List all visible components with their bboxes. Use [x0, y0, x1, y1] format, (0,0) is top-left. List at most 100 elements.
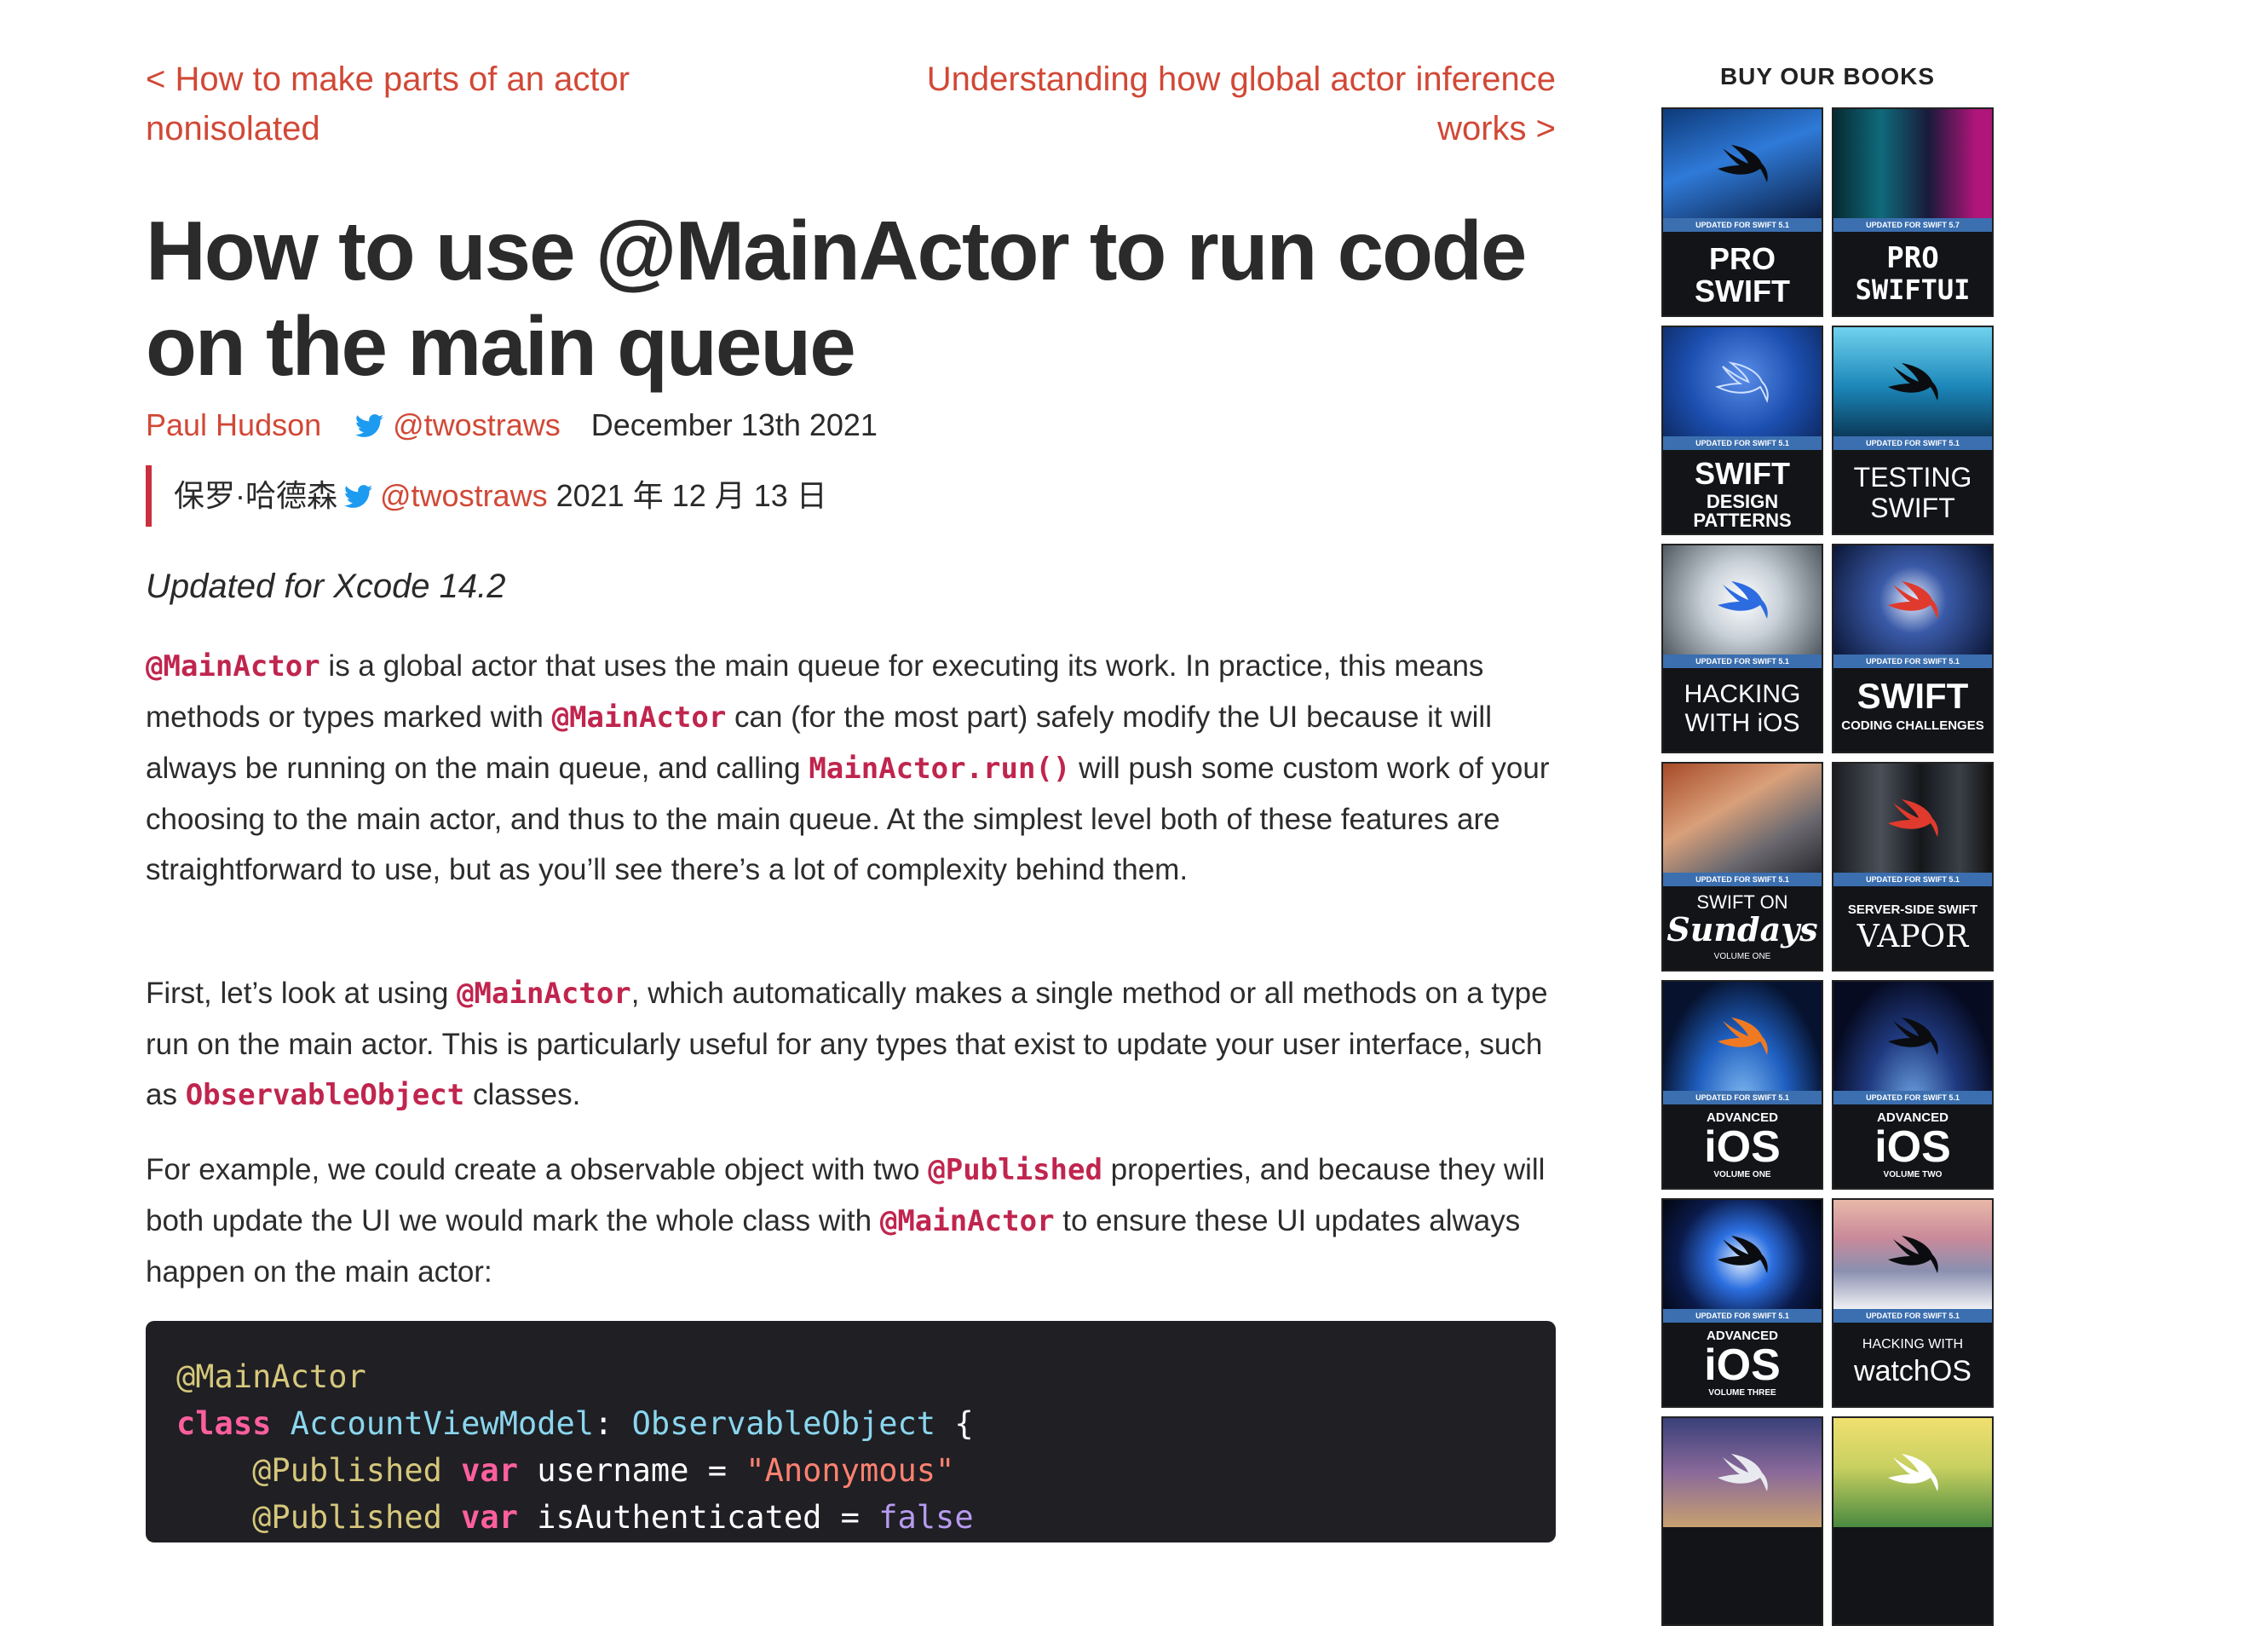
- book-title-line: HACKING: [1684, 680, 1801, 708]
- book-band: UPDATED FOR SWIFT 5.1: [1833, 1091, 1992, 1104]
- book-partial-cover[interactable]: [1832, 1416, 1994, 1626]
- swift-bird-icon: [1718, 1454, 1768, 1491]
- code-attribute: @MainActor: [176, 1358, 366, 1395]
- inline-code: MainActor.run(): [809, 752, 1071, 786]
- book-band: UPDATED FOR SWIFT 5.1: [1833, 1309, 1992, 1323]
- book-band: UPDATED FOR SWIFT 5.1: [1663, 873, 1822, 886]
- book-title-line: SWIFT: [1695, 456, 1790, 491]
- byline: Paul Hudson @twostraws December 13th 2021: [146, 404, 878, 447]
- book-title-line: VOLUME TWO: [1883, 1170, 1943, 1179]
- book-band: UPDATED FOR SWIFT 5.1: [1663, 1091, 1822, 1104]
- swift-bird-icon: [1718, 581, 1768, 619]
- book-title-line: watchOS: [1854, 1355, 1972, 1387]
- inline-code: @MainActor: [879, 1204, 1055, 1238]
- book-title-line: SWIFT: [1695, 274, 1790, 308]
- twitter-icon: [355, 414, 384, 437]
- code-punct: {: [935, 1405, 974, 1442]
- book-pro-swiftui[interactable]: UPDATED FOR SWIFT 5.7 PRO SWIFTUI: [1832, 107, 1994, 317]
- swift-bird-icon: [1888, 799, 1938, 837]
- previous-article-link[interactable]: < How to make parts of an actor nonisola…: [146, 55, 699, 153]
- book-title-line: SERVER-SIDE SWIFT: [1847, 902, 1978, 917]
- inline-code: @MainActor: [457, 977, 631, 1011]
- book-title-line: iOS: [1874, 1122, 1951, 1172]
- swift-bird-icon: [1888, 581, 1938, 619]
- code-identifier: isAuthenticated =: [517, 1499, 879, 1536]
- code-line: @MainActor: [176, 1353, 1556, 1400]
- cover-art: [1833, 109, 1992, 218]
- book-title-line: iOS: [1704, 1122, 1781, 1172]
- book-title-line: DESIGN PATTERNS: [1693, 491, 1792, 531]
- code-block[interactable]: @MainActor class AccountViewModel: Obser…: [146, 1321, 1556, 1542]
- twitter-handle-link[interactable]: @twostraws: [393, 407, 561, 442]
- book-title-line: VAPOR: [1856, 920, 1969, 954]
- swift-bird-icon: [1715, 361, 1769, 403]
- inline-code: ObservableObject: [185, 1078, 465, 1112]
- book-title-line: SWIFT: [1870, 493, 1955, 523]
- book-testing-swift[interactable]: UPDATED FOR SWIFT 5.1 TESTING SWIFT: [1832, 326, 1994, 535]
- book-hacking-with-watchos[interactable]: UPDATED FOR SWIFT 5.1 HACKING WITH watch…: [1832, 1198, 1994, 1408]
- book-advanced-ios-volume-one[interactable]: UPDATED FOR SWIFT 5.1 ADVANCED iOS VOLUM…: [1661, 980, 1823, 1190]
- paragraph-text: For example, we could create a observabl…: [146, 1153, 929, 1186]
- swift-bird-icon: [1718, 1236, 1768, 1273]
- code-keyword: var: [461, 1452, 518, 1489]
- book-band: UPDATED FOR SWIFT 5.1: [1663, 654, 1822, 668]
- paragraph-3: For example, we could create a observabl…: [146, 1145, 1556, 1297]
- book-partial-cover[interactable]: [1661, 1416, 1823, 1626]
- book-hacking-with-ios[interactable]: UPDATED FOR SWIFT 5.1 HACKING WITH iOS: [1661, 544, 1823, 753]
- next-article-link[interactable]: Understanding how global actor inference…: [832, 55, 1556, 153]
- code-keyword: class: [176, 1405, 272, 1442]
- book-title-line: HACKING WITH: [1862, 1337, 1964, 1352]
- swift-bird-icon: [1888, 1018, 1938, 1055]
- translation-byline: 保罗·哈德森 @twostraws 2021 年 12 月 13 日: [146, 465, 827, 527]
- book-advanced-ios-volume-two[interactable]: UPDATED FOR SWIFT 5.1 ADVANCED iOS VOLUM…: [1832, 980, 1994, 1190]
- book-title-line: PRO: [1886, 241, 1939, 275]
- code-line: @Published var isAuthenticated = false: [176, 1494, 1556, 1541]
- swift-bird-icon: [1718, 1018, 1768, 1055]
- book-band: UPDATED FOR SWIFT 5.1: [1833, 873, 1992, 886]
- swift-bird-icon: [1888, 363, 1938, 401]
- code-bool: false: [878, 1499, 974, 1536]
- paragraph-1: @MainActor is a global actor that uses t…: [146, 641, 1556, 895]
- inline-code: @MainActor: [551, 701, 727, 735]
- twitter-icon: [344, 485, 373, 508]
- swift-bird-icon: [1888, 1236, 1938, 1273]
- book-title-line: VOLUME ONE: [1713, 1170, 1771, 1179]
- translated-author: 保罗·哈德森: [174, 478, 337, 513]
- translated-date: 2021 年 12 月 13 日: [555, 478, 827, 513]
- author-link[interactable]: Paul Hudson: [146, 407, 321, 442]
- book-swift-coding-challenges[interactable]: UPDATED FOR SWIFT 5.1 SWIFT CODING CHALL…: [1832, 544, 1994, 753]
- book-title-line: iOS: [1704, 1341, 1781, 1390]
- book-swift-on-sundays[interactable]: UPDATED FOR SWIFT 5.1 SWIFT ON Sundays V…: [1661, 762, 1823, 972]
- book-title-line: SWIFTUI: [1855, 274, 1971, 306]
- book-title-line: CODING CHALLENGES: [1841, 718, 1984, 733]
- book-title-line: SWIFT ON: [1696, 891, 1788, 913]
- book-advanced-ios-volume-three[interactable]: UPDATED FOR SWIFT 5.1 ADVANCED iOS VOLUM…: [1661, 1198, 1823, 1408]
- inline-code: @MainActor: [146, 649, 320, 683]
- code-line: @Published var username = "Anonymous": [176, 1447, 1556, 1494]
- code-keyword: var: [461, 1499, 518, 1536]
- code-string: "Anonymous": [745, 1452, 955, 1489]
- inline-code: @Published: [928, 1153, 1102, 1187]
- code-identifier: username =: [517, 1452, 746, 1489]
- code-attribute: @Published: [252, 1452, 442, 1489]
- book-title-line: VOLUME THREE: [1708, 1388, 1776, 1398]
- book-title-line: SWIFT: [1856, 676, 1969, 716]
- book-server-side-swift-vapor[interactable]: UPDATED FOR SWIFT 5.1 SERVER-SIDE SWIFT …: [1832, 762, 1994, 972]
- translated-twitter-link[interactable]: @twostraws: [380, 478, 548, 513]
- code-punct: :: [594, 1405, 632, 1442]
- updated-note: Updated for Xcode 14.2: [146, 568, 506, 605]
- book-pro-swift[interactable]: UPDATED FOR SWIFT 5.1 PRO SWIFT: [1661, 107, 1823, 317]
- code-line: class AccountViewModel: ObservableObject…: [176, 1400, 1556, 1447]
- code-type: ObservableObject: [631, 1405, 936, 1442]
- publish-date: December 13th 2021: [590, 407, 878, 442]
- book-swift-design-patterns[interactable]: UPDATED FOR SWIFT 5.1 SWIFT DESIGN PATTE…: [1661, 326, 1823, 535]
- paragraph-text: classes.: [464, 1078, 581, 1111]
- paragraph-2: First, let’s look at using @MainActor, w…: [146, 968, 1556, 1121]
- book-band: UPDATED FOR SWIFT 5.7: [1833, 218, 1992, 232]
- book-title-line: Sundays: [1666, 910, 1818, 948]
- book-title-line: VOLUME ONE: [1713, 952, 1771, 961]
- swift-bird-icon: [1888, 1454, 1938, 1491]
- book-band: UPDATED FOR SWIFT 5.1: [1663, 436, 1822, 450]
- code-attribute: @Published: [252, 1499, 442, 1536]
- paragraph-text: First, let’s look at using: [146, 977, 458, 1010]
